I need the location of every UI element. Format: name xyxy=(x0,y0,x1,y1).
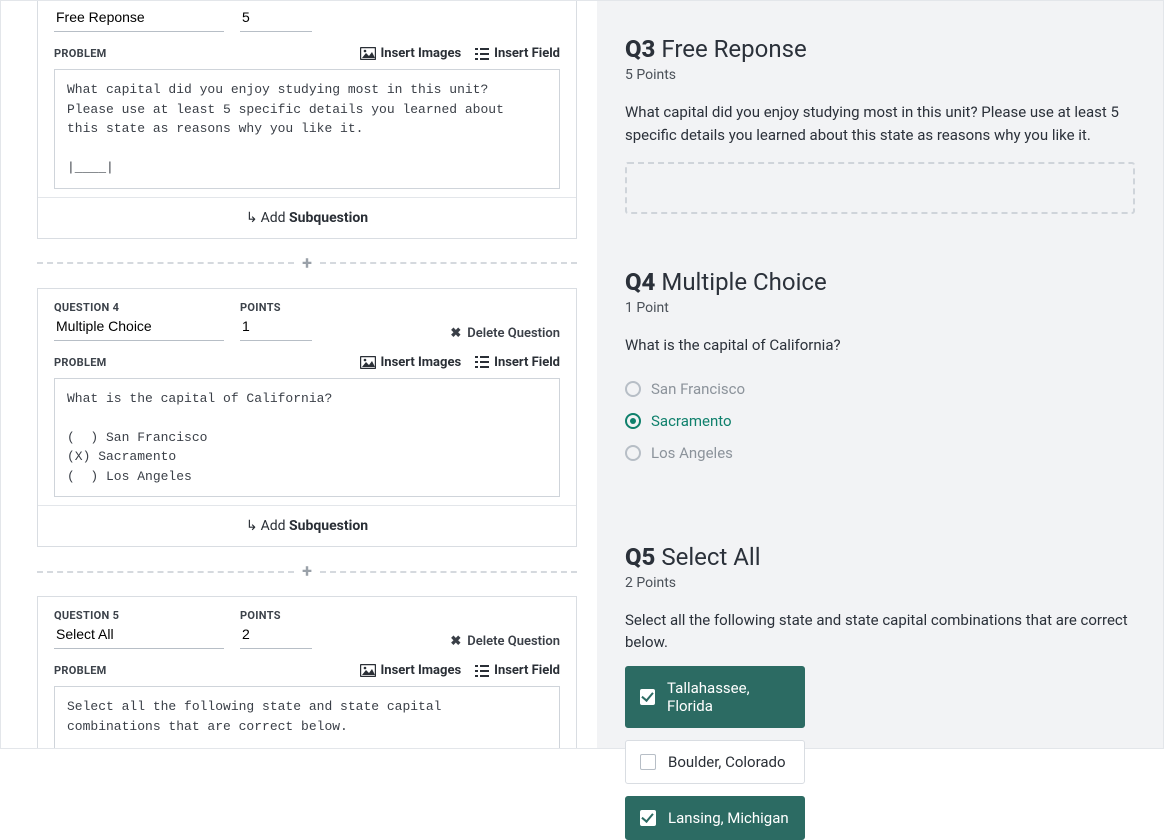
question-separator: + xyxy=(37,253,577,274)
preview-points: 5 Points xyxy=(625,67,1135,83)
insert-field-label: Insert Field xyxy=(494,46,560,61)
preview-qnum: Q3 xyxy=(625,35,655,63)
problem-textarea[interactable]: What capital did you enjoy studying most… xyxy=(54,69,560,189)
list-icon xyxy=(475,356,489,368)
app-frame: PROBLEM Insert Images Insert xyxy=(0,0,1164,749)
radio-option[interactable]: Los Angeles xyxy=(625,437,1135,469)
subarrow-icon: ↳ xyxy=(246,210,258,226)
add-question-button[interactable]: + xyxy=(294,253,320,274)
insert-images-label: Insert Images xyxy=(381,355,462,370)
insert-field-button[interactable]: Insert Field xyxy=(475,355,560,370)
delete-question-button[interactable]: ✖ Delete Question xyxy=(450,634,560,649)
insert-images-button[interactable]: Insert Images xyxy=(360,355,462,370)
checkbox-icon xyxy=(640,754,656,770)
radio-icon xyxy=(625,445,641,461)
image-icon xyxy=(360,47,376,60)
question-points-input[interactable] xyxy=(240,622,312,649)
add-subquestion-button[interactable]: ↳Add Subquestion xyxy=(38,197,576,238)
preview-points: 1 Point xyxy=(625,300,1135,316)
close-icon: ✖ xyxy=(450,326,461,341)
preview-text: What is the capital of California? xyxy=(625,334,1135,357)
question-points-input[interactable] xyxy=(240,5,312,32)
radio-option-selected[interactable]: Sacramento xyxy=(625,405,1135,437)
preview-qtitle: Free Reponse xyxy=(661,35,806,63)
insert-field-button[interactable]: Insert Field xyxy=(475,663,560,678)
delete-question-button[interactable]: ✖ Delete Question xyxy=(450,326,560,341)
question-card-3: PROBLEM Insert Images Insert xyxy=(37,1,577,239)
checkbox-option[interactable]: Boulder, Colorado xyxy=(625,740,805,784)
insert-images-label: Insert Images xyxy=(381,46,462,61)
add-question-button[interactable]: + xyxy=(294,561,320,582)
problem-textarea[interactable]: What is the capital of California? ( ) S… xyxy=(54,378,560,498)
question-title-input[interactable] xyxy=(54,5,224,32)
preview-qtitle: Select All xyxy=(661,543,760,571)
checkbox-icon xyxy=(640,689,655,705)
image-icon xyxy=(360,356,376,369)
insert-images-button[interactable]: Insert Images xyxy=(360,46,462,61)
preview-qnum: Q4 xyxy=(625,268,655,296)
subarrow-icon: ↳ xyxy=(246,518,258,534)
free-response-field[interactable] xyxy=(625,162,1135,214)
checkbox-icon xyxy=(640,810,656,826)
question-number-label: QUESTION 4 xyxy=(54,301,224,314)
question-title-input[interactable] xyxy=(54,314,224,341)
problem-textarea[interactable]: Select all the following state and state… xyxy=(54,686,560,748)
preview-question-4: Q4 Multiple Choice 1 Point What is the c… xyxy=(625,268,1135,469)
question-points-input[interactable] xyxy=(240,314,312,341)
insert-field-label: Insert Field xyxy=(494,663,560,678)
question-separator: + xyxy=(37,561,577,582)
question-card-5: QUESTION 5 POINTS ✖ Delete Question PROB… xyxy=(37,596,577,748)
preview-question-3: Q3 Free Reponse 5 Points What capital di… xyxy=(625,35,1135,214)
question-title-input[interactable] xyxy=(54,622,224,649)
preview-points: 2 Points xyxy=(625,575,1135,591)
radio-option[interactable]: San Francisco xyxy=(625,373,1135,405)
points-label: POINTS xyxy=(240,609,312,622)
radio-icon xyxy=(625,413,641,429)
insert-field-label: Insert Field xyxy=(494,355,560,370)
image-icon xyxy=(360,664,376,677)
checkbox-option-selected[interactable]: Tallahassee, Florida xyxy=(625,666,805,728)
question-number-label: QUESTION 5 xyxy=(54,609,224,622)
problem-label: PROBLEM xyxy=(54,664,107,677)
close-icon: ✖ xyxy=(450,634,461,649)
list-icon xyxy=(475,665,489,677)
list-icon xyxy=(475,48,489,60)
preview-qtitle: Multiple Choice xyxy=(661,268,826,296)
problem-label: PROBLEM xyxy=(54,356,107,369)
problem-label: PROBLEM xyxy=(54,47,107,60)
preview-text: Select all the following state and state… xyxy=(625,609,1135,654)
radio-icon xyxy=(625,381,641,397)
preview-question-5: Q5 Select All 2 Points Select all the fo… xyxy=(625,543,1135,840)
insert-field-button[interactable]: Insert Field xyxy=(475,46,560,61)
preview-column: Q3 Free Reponse 5 Points What capital di… xyxy=(597,1,1163,748)
preview-qnum: Q5 xyxy=(625,543,655,571)
preview-text: What capital did you enjoy studying most… xyxy=(625,101,1135,146)
insert-images-label: Insert Images xyxy=(381,663,462,678)
add-subquestion-button[interactable]: ↳Add Subquestion xyxy=(38,505,576,546)
checkbox-option-selected[interactable]: Lansing, Michigan xyxy=(625,796,805,840)
points-label: POINTS xyxy=(240,301,312,314)
question-card-4: QUESTION 4 POINTS ✖ Delete Question PROB… xyxy=(37,288,577,548)
insert-images-button[interactable]: Insert Images xyxy=(360,663,462,678)
editor-column: PROBLEM Insert Images Insert xyxy=(1,1,597,748)
